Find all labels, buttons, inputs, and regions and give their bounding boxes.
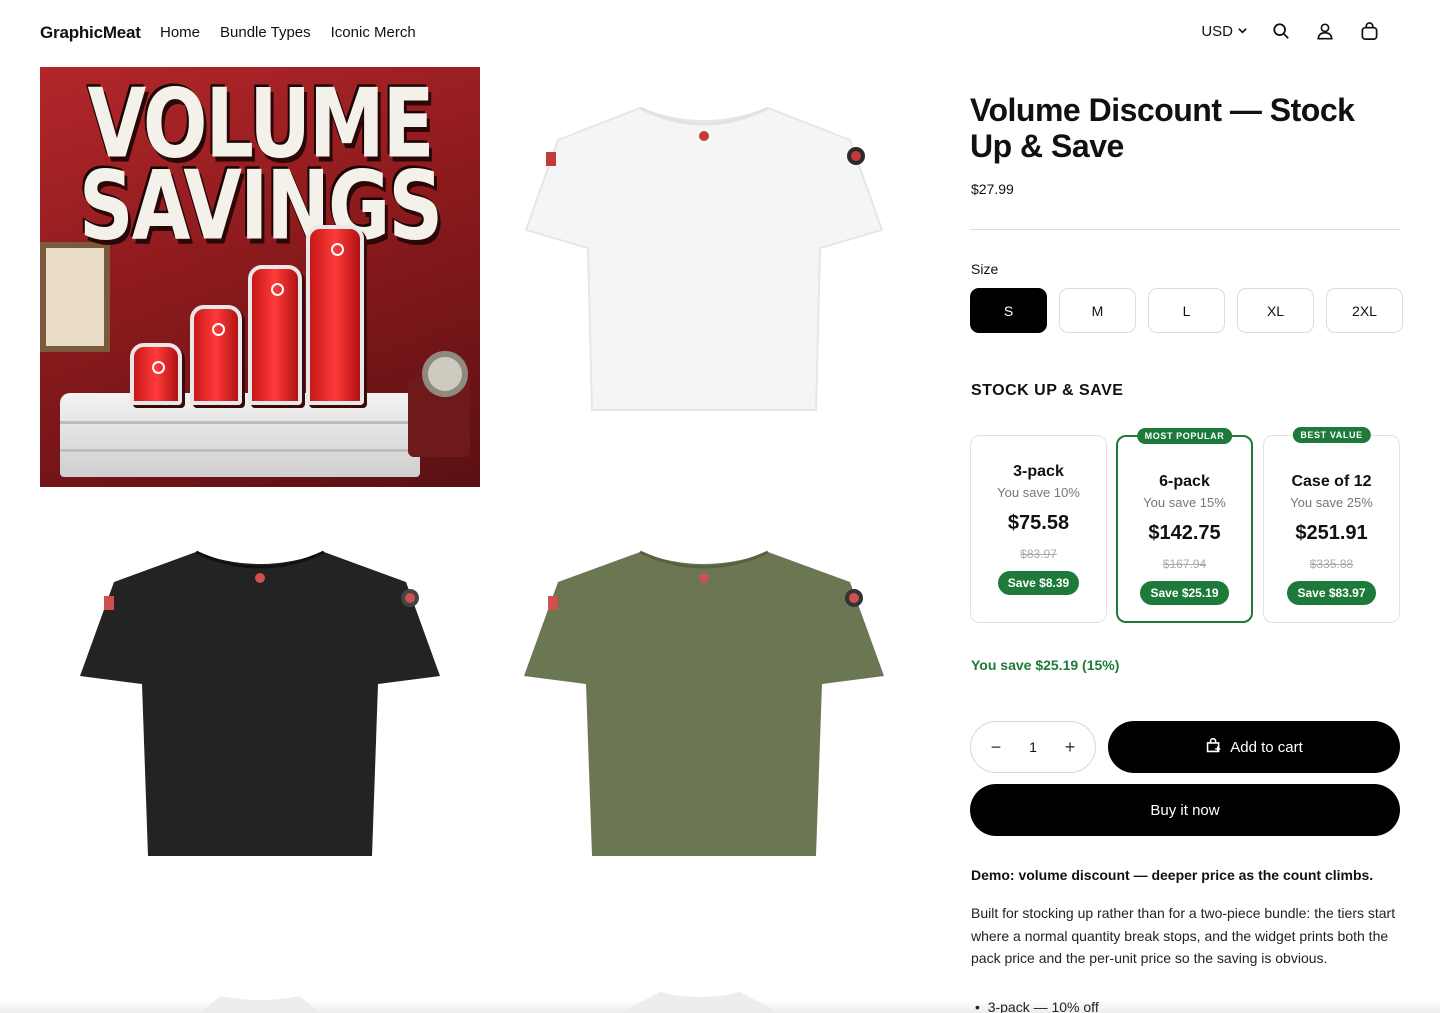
divider (970, 229, 1400, 230)
tier-3-pack[interactable]: 3-pack You save 10% $75.58 $83.97 Save $… (970, 435, 1107, 623)
folded-shirts-graphic (60, 393, 420, 477)
tier-save-percent: You save 10% (997, 485, 1080, 500)
hero-volume-savings-image[interactable]: VOLUME SAVINGS (40, 67, 480, 487)
account-icon[interactable] (1314, 20, 1336, 42)
black-tee-image[interactable] (76, 546, 444, 858)
bar-graphic (130, 343, 182, 405)
tier-save-percent: You save 25% (1290, 495, 1373, 510)
cart-icon[interactable] (1358, 20, 1380, 42)
nav-home[interactable]: Home (160, 24, 200, 41)
scroll-fade (0, 1000, 1440, 1013)
add-to-cart-label: Add to cart (1230, 738, 1303, 756)
currency-label: USD (1201, 22, 1233, 40)
product-description: Built for stocking up rather than for a … (971, 905, 1396, 966)
buy-it-now-button[interactable]: Buy it now (970, 784, 1400, 836)
tier-save-badge: Save $8.39 (997, 571, 1080, 595)
tape-dispenser-graphic (408, 351, 470, 457)
you-save-summary: You save $25.19 (15%) (971, 657, 1120, 673)
stock-up-heading: STOCK UP & SAVE (971, 382, 1124, 399)
tier-6-pack[interactable]: MOST POPULAR 6-pack You save 15% $142.75… (1116, 428, 1253, 623)
tier-save-badge: Save $25.19 (1140, 581, 1229, 605)
currency-selector[interactable]: USD (1201, 23, 1248, 40)
size-selector: S M L XL 2XL (970, 288, 1403, 333)
olive-tee-image[interactable] (520, 546, 888, 858)
tier-name: 3-pack (1013, 463, 1064, 480)
site-header: GraphicMeat Home Bundle Types Iconic Mer… (0, 0, 1440, 66)
tier-case-of-12[interactable]: BEST VALUE Case of 12 You save 25% $251.… (1263, 427, 1400, 623)
tier-original-price: $83.97 (1020, 547, 1057, 561)
plus-icon[interactable]: + (1061, 737, 1079, 758)
white-tee-image[interactable] (520, 100, 888, 416)
tier-price: $142.75 (1148, 522, 1221, 544)
tier-original-price: $167.94 (1162, 557, 1207, 571)
site-logo[interactable]: GraphicMeat (40, 23, 141, 43)
size-option-2xl[interactable]: 2XL (1326, 288, 1403, 333)
size-option-xl[interactable]: XL (1237, 288, 1314, 333)
product-price: $27.99 (971, 181, 1014, 197)
feature-bullet-text: 3-pack — 10% off (987, 999, 1099, 1013)
size-option-m[interactable]: M (1059, 288, 1136, 333)
tier-name: 6-pack (1159, 473, 1210, 490)
tier-save-badge: Save $83.97 (1287, 581, 1376, 605)
chevron-down-icon (1237, 23, 1248, 40)
feature-bullet: • 3-pack — 10% off (975, 999, 1099, 1013)
size-label: Size (971, 261, 999, 277)
bar-graphic (190, 305, 242, 405)
main-nav: Home Bundle Types Iconic Merch (160, 24, 416, 41)
nav-bundle-types[interactable]: Bundle Types (220, 24, 311, 41)
tier-save-percent: You save 15% (1143, 495, 1226, 510)
tier-price: $75.58 (1007, 512, 1070, 534)
demo-note: Demo: volume discount — deeper price as … (971, 867, 1374, 883)
size-option-l[interactable]: L (1148, 288, 1225, 333)
search-icon[interactable] (1270, 20, 1292, 42)
minus-icon[interactable]: − (987, 737, 1005, 758)
quantity-value[interactable]: 1 (1029, 739, 1037, 755)
hero-text-savings: SAVINGS (78, 149, 443, 262)
cart-add-icon (1205, 737, 1222, 758)
most-popular-badge: MOST POPULAR (1136, 428, 1233, 444)
nav-iconic-merch[interactable]: Iconic Merch (331, 24, 416, 41)
product-title: Volume Discount — Stock Up & Save (970, 92, 1355, 164)
best-value-badge: BEST VALUE (1292, 427, 1371, 443)
size-option-s[interactable]: S (970, 288, 1047, 333)
quantity-stepper: − 1 + (970, 721, 1096, 773)
bar-graphic (306, 225, 364, 405)
header-actions: USD (1201, 20, 1380, 42)
tier-price: $251.91 (1295, 522, 1368, 544)
tier-name: Case of 12 (1291, 473, 1372, 490)
bar-graphic (248, 265, 302, 405)
tier-original-price: $335.88 (1309, 557, 1354, 571)
add-to-cart-button[interactable]: Add to cart (1108, 721, 1400, 773)
